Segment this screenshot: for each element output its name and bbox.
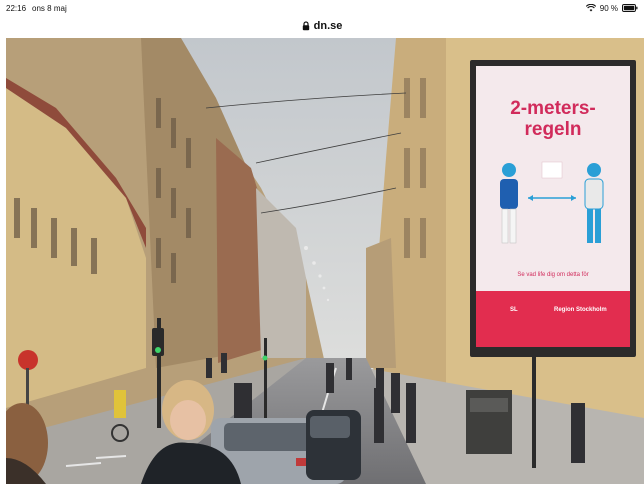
status-time: 22:16 (6, 3, 27, 13)
billboard-caption: Se vad life dig om detta för (517, 272, 589, 278)
article-photo: 2-meters- regeln Se vad life dig om dett… (6, 38, 644, 484)
wifi-icon (585, 4, 596, 12)
browser-window: 22:16 ons 8 maj 90 % dn.se 2-meters- reg… (0, 0, 644, 484)
status-bar: 22:16 ons 8 maj 90 % (0, 0, 644, 16)
person-left-body (500, 179, 518, 209)
footer-logo-left: SL (510, 307, 518, 313)
url-domain[interactable]: dn.se (314, 20, 343, 32)
person-right-head (587, 163, 601, 177)
person-left-head (502, 163, 516, 177)
battery-percent: 90 % (599, 3, 618, 13)
address-bar[interactable]: dn.se (0, 16, 644, 36)
status-date: ons 8 maj (32, 3, 67, 13)
digital-billboard: 2-meters- regeln Se vad life dig om dett… (470, 60, 636, 357)
billboard-screen: 2-meters- regeln Se vad life dig om dett… (476, 66, 630, 347)
lock-icon (302, 21, 310, 31)
region-logo: Region Stockholm (554, 307, 607, 313)
billboard-footer: SL Region Stockholm (476, 291, 630, 347)
billboard-headline: 2-meters- regeln (510, 98, 596, 140)
distance-illustration (476, 158, 630, 258)
battery-icon (622, 4, 638, 12)
